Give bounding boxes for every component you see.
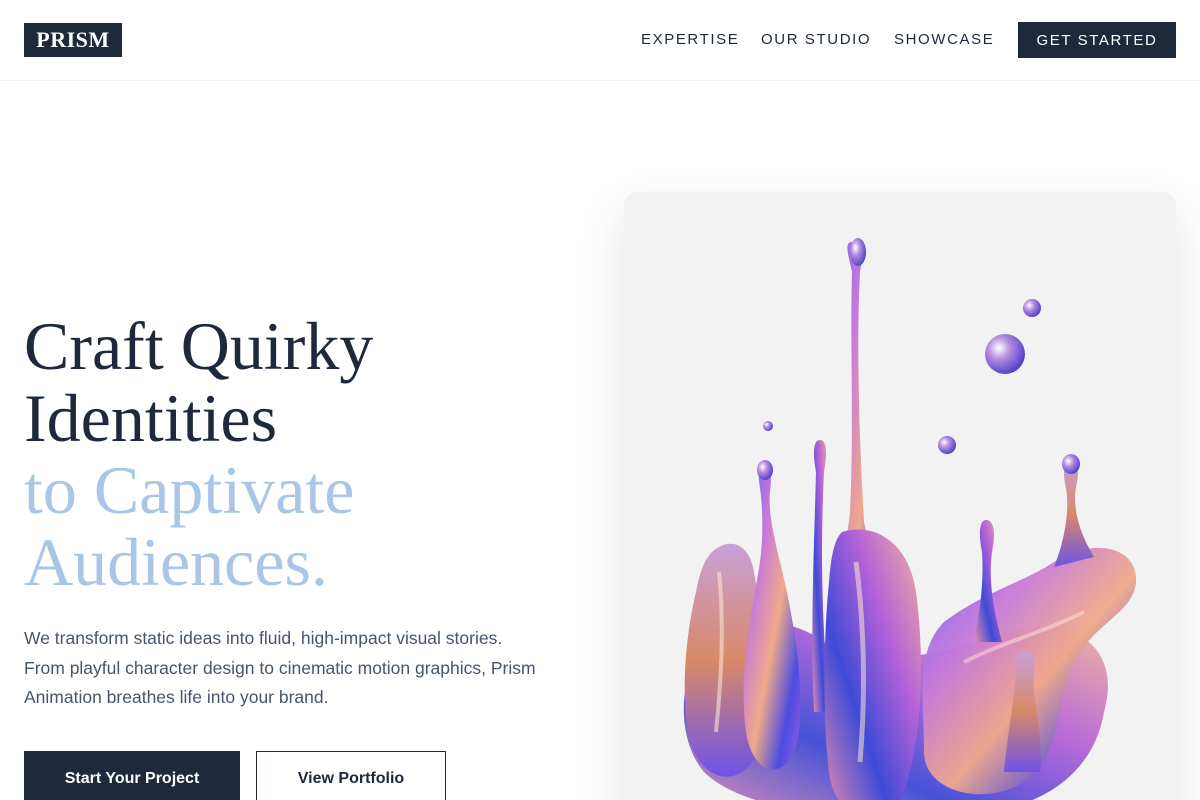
get-started-button[interactable]: GET STARTED [1018, 22, 1176, 58]
nav-link-showcase[interactable]: SHOWCASE [894, 31, 994, 48]
headline-line-1: Craft Quirky [24, 308, 374, 384]
headline-line-2: Identities [24, 380, 278, 456]
hero-description: We transform static ideas into fluid, hi… [24, 628, 536, 707]
nav-link-our-studio[interactable]: OUR STUDIO [761, 31, 871, 48]
hero-artwork-card [624, 192, 1176, 800]
liquid-splash-illustration [683, 238, 1137, 800]
hero-headline: Craft Quirky Identities to Captivate Aud… [24, 310, 373, 598]
prism-logo[interactable]: PRISM [24, 23, 122, 57]
headline-line-4: Audiences. [24, 524, 329, 600]
site-header: PRISM EXPERTISE OUR STUDIO SHOWCASE GET … [0, 0, 1200, 81]
headline-line-3: to Captivate [24, 452, 355, 528]
nav-link-expertise[interactable]: EXPERTISE [641, 31, 739, 48]
start-your-project-button[interactable]: Start Your Project [24, 751, 240, 800]
view-portfolio-button[interactable]: View Portfolio [256, 751, 446, 800]
